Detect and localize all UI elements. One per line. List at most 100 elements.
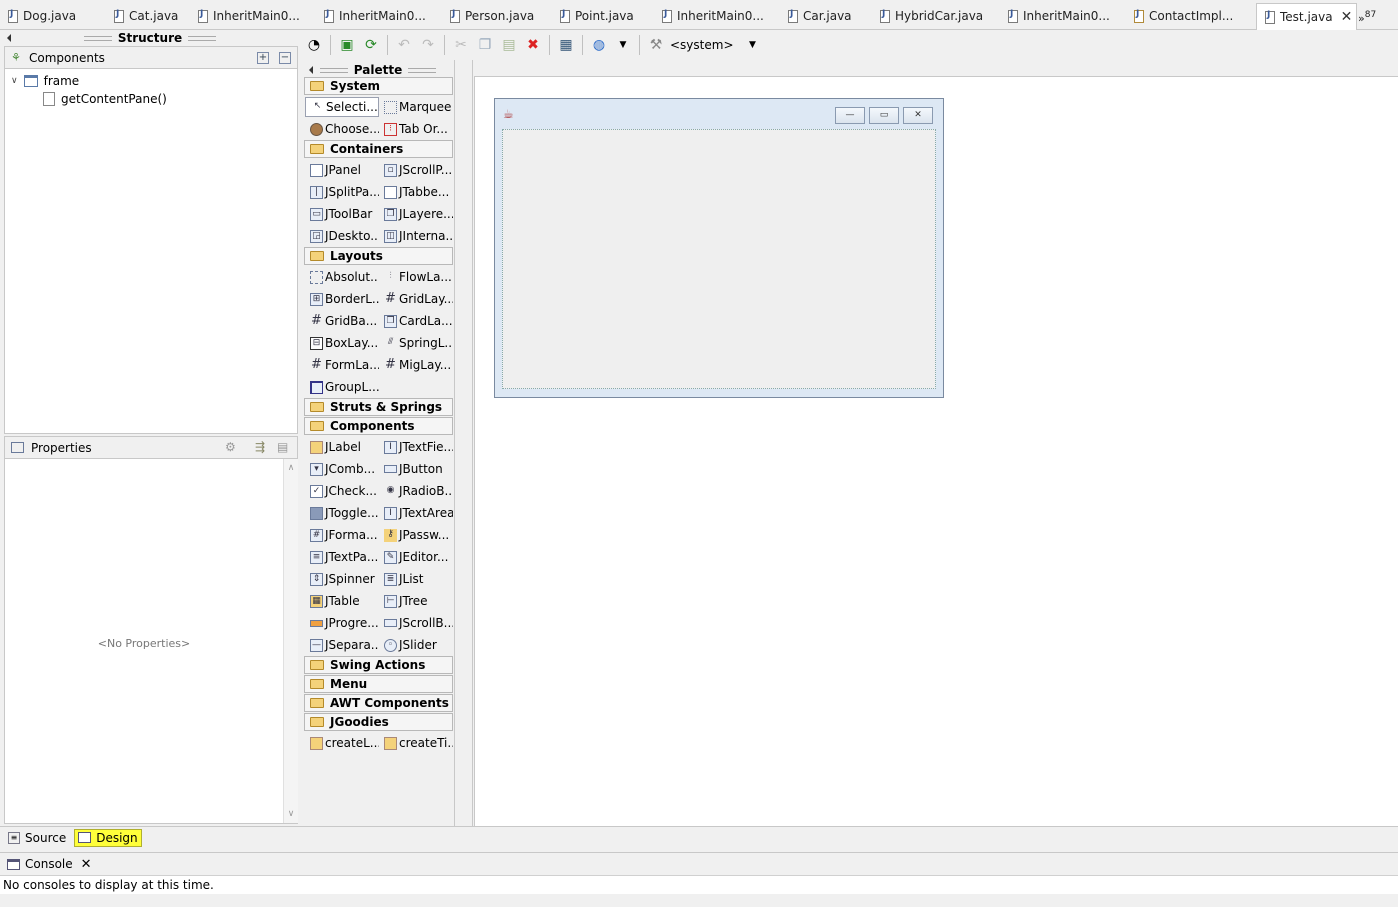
expand-all-icon[interactable]: + (257, 52, 269, 64)
tab-inheritmain-4[interactable]: InheritMain0... (1000, 4, 1110, 28)
palette-item-jpanel[interactable]: JPanel (305, 160, 379, 180)
cut-icon[interactable]: ✂ (450, 34, 472, 56)
tab-person-java[interactable]: Person.java (442, 4, 534, 28)
palette-item-grouplayout[interactable]: GroupL... (305, 377, 379, 397)
palette-item-jinternalframe[interactable]: ◫ JInterna... (379, 226, 453, 246)
look-and-feel-selector[interactable]: <system> (670, 38, 734, 52)
tab-point-java[interactable]: Point.java (552, 4, 634, 28)
palette-category-struts-springs[interactable]: Struts & Springs (304, 398, 453, 416)
palette-item-jtextpane[interactable]: ≡ JTextPa... (305, 547, 379, 567)
palette-item-jpasswordfield[interactable]: ⚷ JPassw... (379, 525, 453, 545)
close-icon[interactable]: ✕ (1341, 9, 1353, 25)
tab-inheritmain-1[interactable]: InheritMain0... (190, 4, 300, 28)
palette-category-containers[interactable]: Containers (304, 140, 453, 158)
palette-item-cardlayout[interactable]: ❐ CardLa... (379, 311, 453, 331)
tab-inheritmain-2[interactable]: InheritMain0... (316, 4, 426, 28)
chevron-down-icon[interactable]: ▼ (612, 34, 634, 56)
tab-car-java[interactable]: Car.java (780, 4, 852, 28)
look-and-feel-icon[interactable]: ⚒ (645, 34, 667, 56)
tab-hybridcar-java[interactable]: HybridCar.java (872, 4, 983, 28)
palette-item-create-title[interactable]: createTi... (379, 733, 453, 753)
palette-item-jeditorpane[interactable]: ✎ JEditor... (379, 547, 453, 567)
tab-design[interactable]: Design (74, 828, 142, 847)
collapse-left-icon[interactable] (309, 66, 313, 74)
palette-item-jtree[interactable]: ⊢ JTree (379, 591, 453, 611)
tab-overflow-button[interactable]: » 87 (1358, 6, 1376, 30)
palette-item-miglayout[interactable]: # MigLay... (379, 355, 453, 375)
jframe-preview[interactable]: ☕ — ▭ ✕ (494, 98, 944, 398)
paste-icon[interactable]: ▤ (498, 34, 520, 56)
palette-item-gridbaglayout[interactable]: # GridBa... (305, 311, 379, 331)
palette-item-jspinner[interactable]: ⇕ JSpinner (305, 569, 379, 589)
tree-item-frame[interactable]: ∨ frame (11, 74, 79, 88)
palette-item-create-label[interactable]: createL... (305, 733, 379, 753)
palette-item-jtextarea[interactable]: I JTextArea (379, 503, 453, 523)
tab-dog-java[interactable]: Dog.java (0, 4, 76, 28)
palette-category-components[interactable]: Components (304, 417, 453, 435)
palette-item-choose[interactable]: Choose... (305, 119, 379, 139)
palette-item-gridlayout[interactable]: # GridLay... (379, 289, 453, 309)
palette-item-jscrollbar[interactable]: JScrollB... (379, 613, 453, 633)
palette-item-jcombobox[interactable]: ▾ JComb... (305, 459, 379, 479)
tab-inheritmain-3[interactable]: InheritMain0... (654, 4, 764, 28)
chevron-down-icon[interactable]: ▼ (742, 34, 764, 56)
palette-category-system[interactable]: System (304, 77, 453, 95)
palette-item-jformattedtextfield[interactable]: # JForma... (305, 525, 379, 545)
palette-item-jtogglebutton[interactable]: JToggle... (305, 503, 379, 523)
palette-item-jtextfield[interactable]: I JTextFie... (379, 437, 453, 457)
properties-scrollbar[interactable]: ∧ ∨ (283, 459, 298, 823)
palette-item-springlayout[interactable]: ⫻ SpringL... (379, 333, 453, 353)
palette-item-jsplitpane[interactable]: | JSplitPa... (305, 182, 379, 202)
chevron-down-icon[interactable]: ∨ (11, 76, 18, 86)
palette-item-tab-order[interactable]: ⁝ Tab Or... (379, 119, 453, 139)
menu-icon[interactable]: ▤ (277, 440, 288, 454)
palette-category-swing-actions[interactable]: Swing Actions (304, 656, 453, 674)
palette-item-jprogressbar[interactable]: JProgre... (305, 613, 379, 633)
palette-item-jseparator[interactable]: — JSepara... (305, 635, 379, 655)
palette-item-formlayout[interactable]: # FormLa... (305, 355, 379, 375)
collapse-left-icon[interactable] (7, 34, 11, 42)
delete-icon[interactable]: ✖ (522, 34, 544, 56)
palette-category-menu[interactable]: Menu (304, 675, 453, 693)
palette-splitter[interactable] (457, 60, 473, 826)
palette-item-jlabel[interactable]: JLabel (305, 437, 379, 457)
goto-definition-icon[interactable]: ⇶ (255, 440, 265, 454)
palette-item-jtoolbar[interactable]: ▭ JToolBar (305, 204, 379, 224)
palette-category-layouts[interactable]: Layouts (304, 247, 453, 265)
export-icon[interactable]: ▣ (336, 34, 358, 56)
console-tab[interactable]: Console ✕ (0, 853, 1398, 875)
redo-icon[interactable]: ↷ (417, 34, 439, 56)
tab-test-java[interactable]: Test.java✕ (1256, 3, 1358, 30)
palette-item-jradiobutton[interactable]: ◉ JRadioB... (379, 481, 453, 501)
palette-item-jtabbedpane[interactable]: JTabbe... (379, 182, 453, 202)
palette-category-jgoodies[interactable]: JGoodies (304, 713, 453, 731)
tab-contactimpl[interactable]: ContactImpl... (1126, 4, 1233, 28)
palette-item-jslider[interactable]: ◦ JSlider (379, 635, 453, 655)
palette-item-flowlayout[interactable]: ⫶ FlowLa... (379, 267, 453, 287)
refresh-icon[interactable]: ⟳ (360, 34, 382, 56)
palette-item-jlist[interactable]: ≣ JList (379, 569, 453, 589)
test-preview-icon[interactable]: ◔ (303, 34, 325, 56)
close-icon[interactable]: ✕ (903, 107, 933, 124)
show-advanced-icon[interactable]: ⚙ (225, 440, 236, 454)
tree-item-content-pane[interactable]: getContentPane() (43, 92, 167, 106)
palette-item-jcheckbox[interactable]: ✓ JCheck... (305, 481, 379, 501)
undo-icon[interactable]: ↶ (393, 34, 415, 56)
palette-item-jtable[interactable]: ▦ JTable (305, 591, 379, 611)
palette-item-marquee[interactable]: Marquee (379, 97, 453, 117)
palette-item-jbutton[interactable]: JButton (379, 459, 453, 479)
scroll-up-icon[interactable]: ∧ (284, 463, 298, 473)
globe-icon[interactable]: ◍ (588, 34, 610, 56)
palette-item-boxlayout[interactable]: ⊟ BoxLay... (305, 333, 379, 353)
maximize-icon[interactable]: ▭ (869, 107, 899, 124)
collapse-all-icon[interactable]: − (279, 52, 291, 64)
close-icon[interactable]: ✕ (81, 857, 92, 872)
palette-item-jscrollpane[interactable]: ▫ JScrollP... (379, 160, 453, 180)
tab-cat-java[interactable]: Cat.java (106, 4, 178, 28)
properties-view-icon[interactable]: ▦ (555, 34, 577, 56)
palette-item-jdesktoppane[interactable]: ◲ JDeskto... (305, 226, 379, 246)
scroll-down-icon[interactable]: ∨ (284, 809, 298, 819)
minimize-icon[interactable]: — (835, 107, 865, 124)
palette-item-selection[interactable]: ↖ Selecti... (305, 97, 379, 117)
tab-source[interactable]: ≡ Source (5, 829, 69, 847)
